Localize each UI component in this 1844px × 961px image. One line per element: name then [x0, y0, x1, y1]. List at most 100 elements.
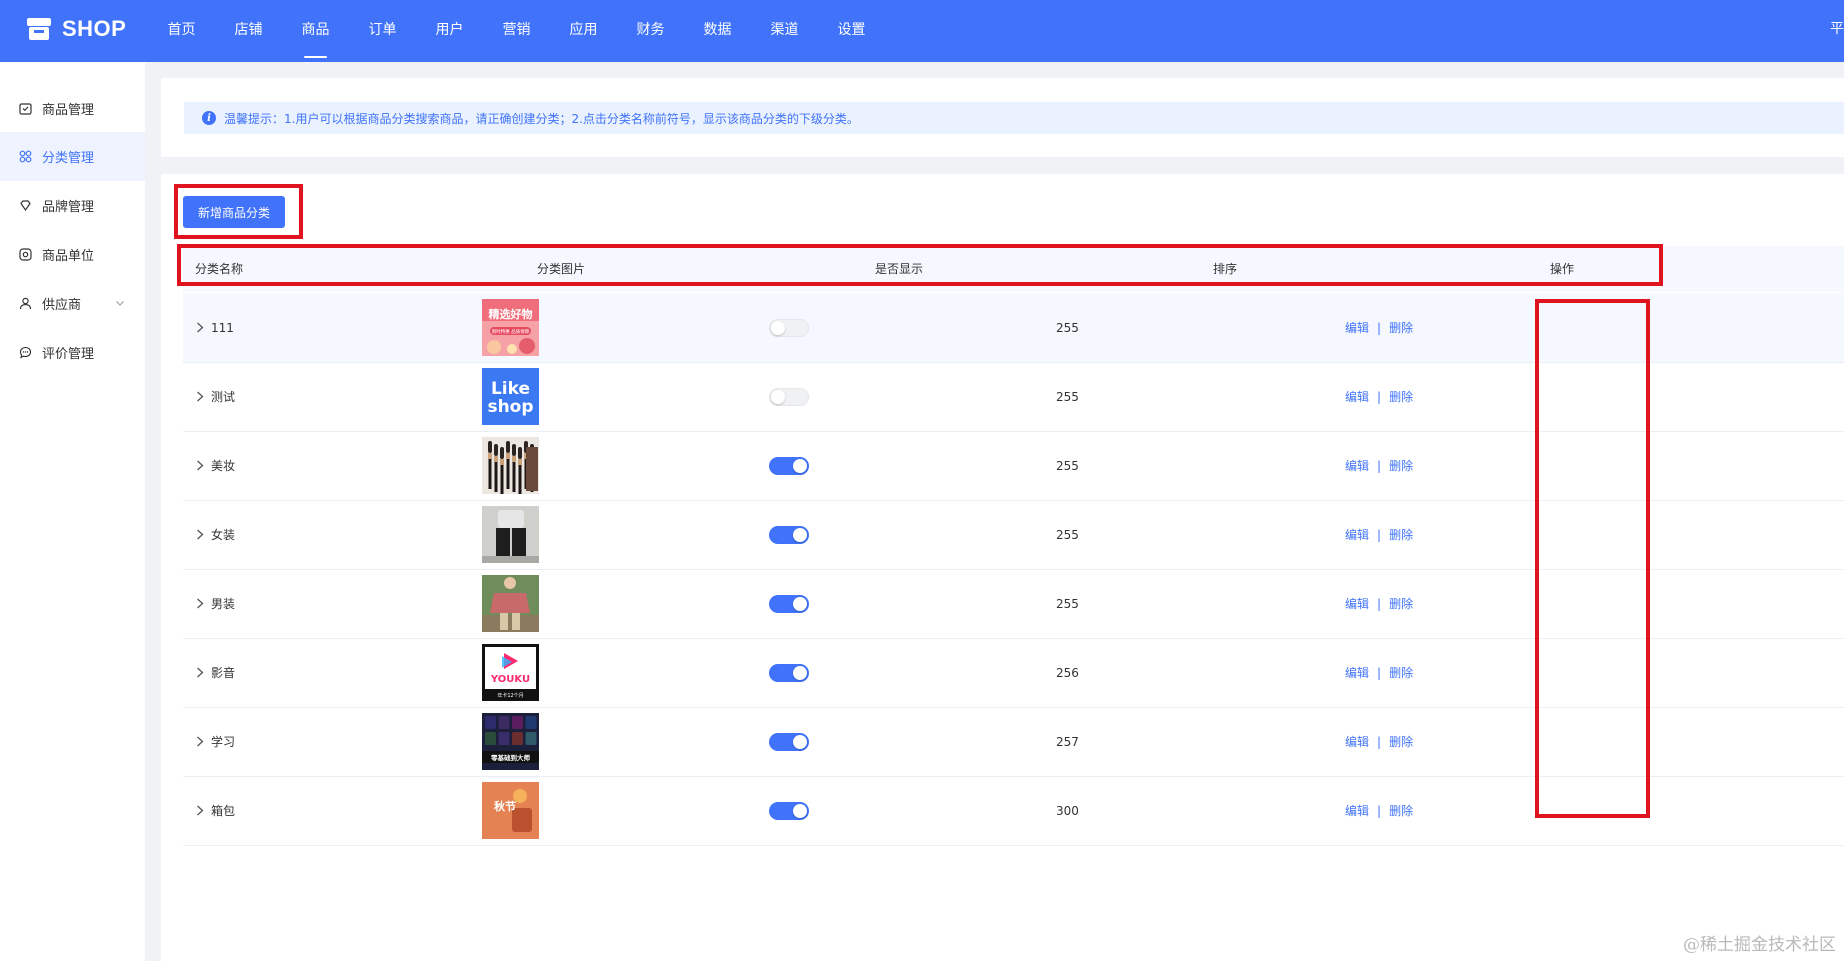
visibility-toggle[interactable]	[769, 387, 809, 406]
delete-link[interactable]: 删除	[1389, 595, 1413, 612]
category-thumbnail: 零基础到大师	[482, 713, 539, 770]
header-sort: 排序	[1213, 262, 1238, 276]
cell-name: 女装	[193, 500, 235, 569]
delete-link[interactable]: 删除	[1389, 457, 1413, 474]
category-thumbnail: Like shop	[482, 368, 539, 425]
tip-card: i 温馨提示：1.用户可以根据商品分类搜索商品，请正确创建分类；2.点击分类名称…	[161, 78, 1844, 157]
cell-name: 111	[193, 293, 234, 362]
visibility-toggle[interactable]	[769, 456, 809, 475]
sidebar-item-brand[interactable]: 品牌管理	[0, 181, 145, 230]
edit-link[interactable]: 编辑	[1345, 388, 1369, 405]
nav-item[interactable]: 商品	[282, 0, 349, 62]
nav-item[interactable]: 数据	[684, 0, 751, 62]
toggle-knob	[793, 803, 807, 818]
action-separator: |	[1377, 596, 1382, 611]
category-name: 111	[211, 320, 234, 335]
sidebar-item-goods[interactable]: 商品管理	[0, 84, 145, 133]
table-row: 箱包 秋节 300 编辑 | 删除	[183, 776, 1844, 846]
visibility-toggle[interactable]	[769, 663, 809, 682]
visibility-toggle[interactable]	[769, 732, 809, 751]
svg-text:年卡12个月: 年卡12个月	[497, 692, 523, 699]
sidebar-item-label: 商品单位	[42, 249, 95, 264]
nav-item[interactable]: 店铺	[215, 0, 282, 62]
sidebar-item-review[interactable]: 评价管理	[0, 328, 145, 377]
visibility-toggle[interactable]	[769, 594, 809, 613]
toggle-knob	[793, 596, 807, 611]
sidebar-item-label: 品牌管理	[42, 200, 95, 215]
chevron-right-icon[interactable]	[193, 597, 207, 611]
chevron-right-icon[interactable]	[193, 735, 207, 749]
svg-text:限时特惠 品质保障: 限时特惠 品质保障	[492, 328, 530, 335]
cell-visible	[769, 776, 809, 845]
cell-image: YOUKU 年卡12个月	[482, 638, 539, 707]
svg-text:YOUKU: YOUKU	[490, 674, 530, 685]
category-thumbnail	[482, 575, 539, 632]
chevron-right-icon[interactable]	[193, 390, 207, 404]
sidebar-item-label: 分类管理	[42, 151, 95, 166]
cell-visible	[769, 707, 809, 776]
toggle-knob	[771, 389, 785, 404]
cell-actions: 编辑 | 删除	[1345, 569, 1413, 638]
category-name: 男装	[211, 597, 236, 611]
header-image: 分类图片	[537, 262, 586, 276]
cell-image: Like shop	[482, 362, 539, 431]
sidebar: 商品管理 分类管理 品牌管理 商品单位 供应商 评价管理	[0, 62, 145, 961]
edit-link[interactable]: 编辑	[1345, 526, 1369, 543]
cell-name: 测试	[193, 362, 235, 431]
delete-link[interactable]: 删除	[1389, 802, 1413, 819]
visibility-toggle[interactable]	[769, 801, 809, 820]
nav-item[interactable]: 设置	[818, 0, 885, 62]
category-name: 美妆	[211, 459, 236, 473]
shop-logo-icon	[26, 17, 52, 41]
chevron-right-icon[interactable]	[193, 666, 207, 680]
category-thumbnail: 秋节	[482, 782, 539, 839]
cell-sort: 255	[1056, 569, 1079, 638]
delete-link[interactable]: 删除	[1389, 319, 1413, 336]
table-row: 男装 255 编辑 | 删除	[183, 569, 1844, 639]
sort-value: 255	[1056, 527, 1079, 542]
nav-item[interactable]: 订单	[349, 0, 416, 62]
cell-image: 精选好物 限时特惠 品质保障	[482, 293, 539, 362]
edit-link[interactable]: 编辑	[1345, 802, 1369, 819]
toggle-knob	[793, 665, 807, 680]
category-thumbnail	[482, 437, 539, 494]
category-name: 学习	[211, 735, 236, 749]
nav-item[interactable]: 财务	[617, 0, 684, 62]
sidebar-item-label: 商品管理	[42, 103, 95, 118]
top-right-text[interactable]: 平	[1830, 0, 1844, 58]
header-actions: 操作	[1550, 262, 1575, 276]
delete-link[interactable]: 删除	[1389, 733, 1413, 750]
delete-link[interactable]: 删除	[1389, 388, 1413, 405]
info-icon: i	[202, 111, 216, 125]
chevron-right-icon[interactable]	[193, 804, 207, 818]
edit-link[interactable]: 编辑	[1345, 664, 1369, 681]
chevron-right-icon[interactable]	[193, 321, 207, 335]
cell-image: 秋节	[482, 776, 539, 845]
delete-link[interactable]: 删除	[1389, 526, 1413, 543]
sort-value: 256	[1056, 665, 1079, 680]
chevron-right-icon[interactable]	[193, 528, 207, 542]
nav-item[interactable]: 首页	[148, 0, 215, 62]
nav-item[interactable]: 用户	[416, 0, 483, 62]
cell-actions: 编辑 | 删除	[1345, 293, 1413, 362]
edit-link[interactable]: 编辑	[1345, 733, 1369, 750]
visibility-toggle[interactable]	[769, 525, 809, 544]
nav-item[interactable]: 渠道	[751, 0, 818, 62]
delete-link[interactable]: 删除	[1389, 664, 1413, 681]
visibility-toggle[interactable]	[769, 318, 809, 337]
cell-actions: 编辑 | 删除	[1345, 500, 1413, 569]
cell-name: 男装	[193, 569, 235, 638]
brand-logo[interactable]: SHOP	[26, 16, 126, 42]
edit-link[interactable]: 编辑	[1345, 457, 1369, 474]
table-row: 111 精选好物 限时特惠 品质保障 255 编辑 | 删除	[183, 293, 1844, 363]
category-thumbnail	[482, 506, 539, 563]
edit-link[interactable]: 编辑	[1345, 595, 1369, 612]
nav-item[interactable]: 应用	[550, 0, 617, 62]
add-category-button[interactable]: 新增商品分类	[183, 196, 285, 228]
nav-item[interactable]: 营销	[483, 0, 550, 62]
edit-link[interactable]: 编辑	[1345, 319, 1369, 336]
sidebar-item-supplier[interactable]: 供应商	[0, 279, 145, 328]
sidebar-item-category[interactable]: 分类管理	[0, 132, 145, 181]
chevron-right-icon[interactable]	[193, 459, 207, 473]
sidebar-item-unit[interactable]: 商品单位	[0, 230, 145, 279]
